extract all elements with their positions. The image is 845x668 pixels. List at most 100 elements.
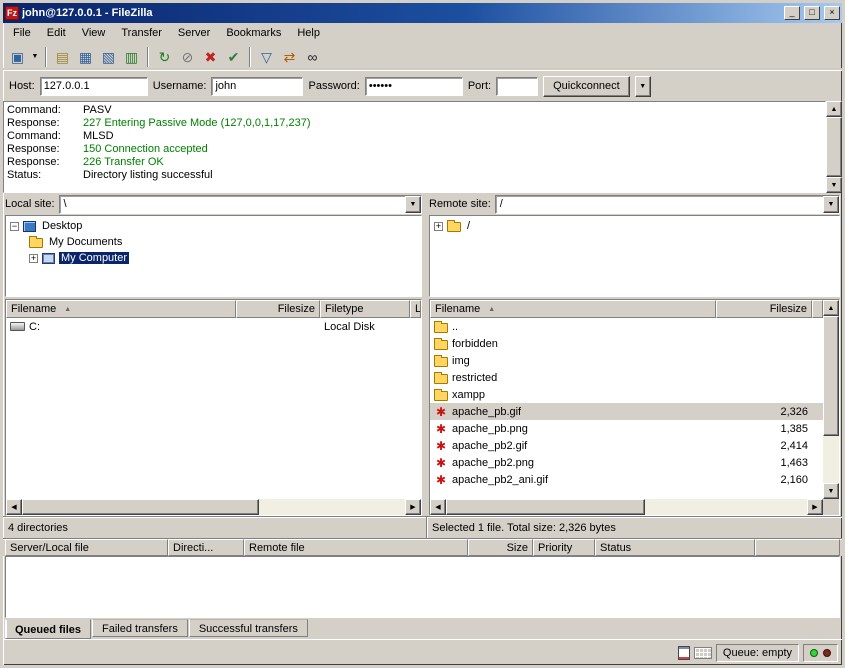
compare-icon[interactable]: ⇄ xyxy=(278,46,301,68)
remote-tree-toggle-icon[interactable]: ▧ xyxy=(97,46,120,68)
column-status[interactable]: Status xyxy=(595,539,755,556)
remote-vertical-scrollbar[interactable]: ▲ ▼ xyxy=(823,300,839,515)
tree-item-my-computer[interactable]: + My Computer xyxy=(6,250,421,266)
file-row[interactable]: .. xyxy=(430,318,823,335)
message-log-toggle-icon[interactable]: ▤ xyxy=(51,46,74,68)
disconnect-icon[interactable]: ⊘ xyxy=(176,46,199,68)
host-input[interactable] xyxy=(40,77,148,96)
tab-failed-transfers[interactable]: Failed transfers xyxy=(92,619,188,637)
scrollbar-thumb[interactable] xyxy=(22,499,259,515)
file-row-selected[interactable]: ✱apache_pb.gif 2,326 xyxy=(430,403,823,420)
file-row[interactable]: ✱apache_pb.png 1,385 xyxy=(430,420,823,437)
window-title: john@127.0.0.1 - FileZilla xyxy=(22,7,780,19)
cancel-icon[interactable]: ✖ xyxy=(199,46,222,68)
scroll-left-icon[interactable]: ◀ xyxy=(430,499,446,515)
local-site-combobox[interactable]: \ ▼ xyxy=(59,195,422,214)
keyboard-icon xyxy=(694,647,712,659)
chevron-down-icon[interactable]: ▼ xyxy=(405,196,421,213)
send-indicator-icon xyxy=(823,649,831,657)
column-filetype[interactable]: Filetype xyxy=(320,300,410,318)
file-row[interactable]: img xyxy=(430,352,823,369)
menu-help[interactable]: Help xyxy=(289,24,328,42)
process-queue-icon[interactable]: ✔ xyxy=(222,46,245,68)
scroll-right-icon[interactable]: ▶ xyxy=(405,499,421,515)
menu-file[interactable]: File xyxy=(5,24,39,42)
menu-server[interactable]: Server xyxy=(170,24,218,42)
file-row[interactable]: ✱apache_pb2.png 1,463 xyxy=(430,454,823,471)
menu-view[interactable]: View xyxy=(74,24,114,42)
expand-icon[interactable]: + xyxy=(29,254,38,263)
refresh-icon[interactable]: ↻ xyxy=(153,46,176,68)
quickconnect-button[interactable]: Quickconnect xyxy=(543,76,630,97)
tree-item-desktop[interactable]: − Desktop xyxy=(6,218,421,234)
file-row[interactable]: forbidden xyxy=(430,335,823,352)
tree-item-my-documents[interactable]: My Documents xyxy=(6,234,421,250)
remote-site-combobox[interactable]: / ▼ xyxy=(495,195,840,214)
close-icon: × xyxy=(829,8,834,17)
column-size[interactable]: Size xyxy=(468,539,533,556)
scroll-left-icon[interactable]: ◀ xyxy=(6,499,22,515)
close-button[interactable]: × xyxy=(824,6,840,20)
scroll-up-icon[interactable]: ▲ xyxy=(826,101,842,117)
tab-queued-files[interactable]: Queued files xyxy=(5,619,91,639)
scrollbar-thumb[interactable] xyxy=(826,117,842,177)
chevron-down-icon[interactable]: ▼ xyxy=(823,196,839,213)
folder-icon xyxy=(434,391,448,401)
scrollbar-thumb[interactable] xyxy=(823,316,839,436)
file-row[interactable]: ✱apache_pb2.gif 2,414 xyxy=(430,437,823,454)
column-filesize[interactable]: Filesize xyxy=(236,300,320,318)
scrollbar-thumb[interactable] xyxy=(446,499,645,515)
scroll-down-icon[interactable]: ▼ xyxy=(826,177,842,193)
column-server-local-file[interactable]: Server/Local file xyxy=(5,539,168,556)
file-row[interactable]: restricted xyxy=(430,369,823,386)
column-last-modified[interactable]: L xyxy=(410,300,421,318)
column-filesize[interactable]: Filesize xyxy=(716,300,812,318)
scroll-right-icon[interactable]: ▶ xyxy=(807,499,823,515)
collapse-icon[interactable]: − xyxy=(10,222,19,231)
local-horizontal-scrollbar[interactable]: ◀ ▶ xyxy=(6,499,421,515)
password-input[interactable] xyxy=(365,77,463,96)
remote-pane: Remote site: / ▼ + / Filename▲ Filesize xyxy=(427,193,842,516)
username-input[interactable] xyxy=(211,77,303,96)
file-row[interactable]: ✱apache_pb2_ani.gif 2,160 xyxy=(430,471,823,488)
quickconnect-dropdown-icon[interactable]: ▼ xyxy=(635,76,651,97)
column-filename[interactable]: Filename▲ xyxy=(6,300,236,318)
quickconnect-bar: Host: Username: Password: Port: Quickcon… xyxy=(3,71,842,101)
menu-edit[interactable]: Edit xyxy=(39,24,74,42)
scrollbar-corner xyxy=(823,499,839,515)
queue-status-panel: Queue: empty xyxy=(716,644,799,662)
tree-item-root[interactable]: + / xyxy=(430,218,839,234)
site-manager-icon[interactable]: ▣ xyxy=(6,46,29,68)
scroll-up-icon[interactable]: ▲ xyxy=(823,300,839,316)
desktop-icon xyxy=(23,221,36,232)
filter-icon[interactable]: ▽ xyxy=(255,46,278,68)
folder-icon xyxy=(434,340,448,350)
minimize-button[interactable]: _ xyxy=(784,6,800,20)
column-direction[interactable]: Directi... xyxy=(168,539,244,556)
site-manager-dropdown-icon[interactable]: ▼ xyxy=(29,46,41,68)
menu-bookmarks[interactable]: Bookmarks xyxy=(218,24,289,42)
column-priority[interactable]: Priority xyxy=(533,539,595,556)
maximize-icon: □ xyxy=(809,8,814,17)
log-vertical-scrollbar[interactable]: ▲ ▼ xyxy=(826,101,842,193)
expand-icon[interactable]: + xyxy=(434,222,443,231)
filezilla-window: Fz john@127.0.0.1 - FileZilla _ □ × File… xyxy=(0,0,845,668)
queue-toggle-icon[interactable]: ▥ xyxy=(120,46,143,68)
column-filename[interactable]: Filename▲ xyxy=(430,300,716,318)
file-row[interactable]: xampp xyxy=(430,386,823,403)
folder-icon xyxy=(434,374,448,384)
scroll-down-icon[interactable]: ▼ xyxy=(823,483,839,499)
remote-file-list: Filename▲ Filesize .. forbidden xyxy=(429,299,840,516)
local-tree-toggle-icon[interactable]: ▦ xyxy=(74,46,97,68)
queue-header: Server/Local file Directi... Remote file… xyxy=(3,538,842,556)
menu-transfer[interactable]: Transfer xyxy=(113,24,170,42)
queue-list[interactable] xyxy=(5,556,840,618)
tab-successful-transfers[interactable]: Successful transfers xyxy=(189,619,308,637)
remote-horizontal-scrollbar[interactable]: ◀ ▶ xyxy=(430,499,823,515)
maximize-button[interactable]: □ xyxy=(804,6,820,20)
menu-bar: File Edit View Transfer Server Bookmarks… xyxy=(3,23,842,43)
column-remote-file[interactable]: Remote file xyxy=(244,539,468,556)
file-row[interactable]: C: Local Disk xyxy=(6,318,421,335)
find-icon[interactable]: ∞ xyxy=(301,46,324,68)
port-input[interactable] xyxy=(496,77,538,96)
